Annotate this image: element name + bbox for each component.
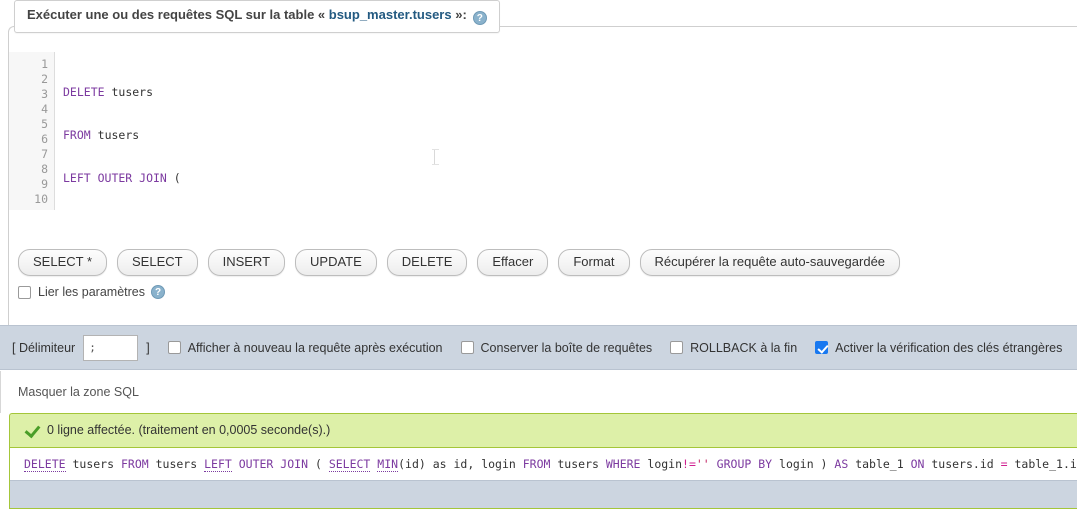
legend-prefix: Exécuter une ou des requêtes SQL sur la … <box>27 7 329 22</box>
sql-token: id <box>405 457 419 471</box>
rollback-checkbox[interactable] <box>670 341 684 354</box>
sql-token: JOIN <box>280 457 308 471</box>
sql-token: ) <box>418 457 426 471</box>
foreign-key-check-checkbox[interactable] <box>815 341 829 354</box>
sql-token: id <box>979 457 994 471</box>
line-number: 6 <box>41 132 48 146</box>
line-number: 7 <box>41 147 48 161</box>
bind-parameters-checkbox[interactable] <box>18 285 31 299</box>
delimiter-input[interactable] <box>83 334 139 361</box>
sql-token: login ) <box>772 457 835 471</box>
sql-token: '' <box>695 457 710 471</box>
sql-token: AS <box>834 457 849 471</box>
delete-button[interactable]: DELETE <box>386 249 468 276</box>
sql-token: table_1 <box>848 457 911 471</box>
sql-token: ON <box>910 457 925 471</box>
sql-token: as id, login <box>425 457 523 471</box>
result-message-row: 0 ligne affectée. (traitement en 0,0005 … <box>10 414 1077 447</box>
restore-autosaved-query-button[interactable]: Récupérer la requête auto-sauvegardée <box>639 249 901 276</box>
rollback-label: ROLLBACK à la fin <box>690 340 798 355</box>
query-action-buttons: SELECT * SELECT INSERT UPDATE DELETE Eff… <box>18 249 901 276</box>
clear-button[interactable]: Effacer <box>477 249 549 276</box>
keep-query-box-label: Conserver la boîte de requêtes <box>480 340 653 355</box>
line-number: 3 <box>41 87 48 101</box>
bind-parameters-label: Lier les paramètres <box>38 285 145 299</box>
sql-token: tusers. <box>924 457 980 471</box>
result-message-text: 0 ligne affectée. (traitement en 0,0005 … <box>47 423 331 437</box>
sql-token: GROUP <box>716 457 752 471</box>
delimiter-group: [ Délimiteur ] <box>12 334 150 361</box>
line-number: 10 <box>34 192 48 206</box>
sql-code-editor[interactable]: 1 2 3 4 5 6 7 8 9 10 DELETE tusers FROM … <box>9 52 1077 210</box>
line-number: 1 <box>41 57 48 71</box>
success-check-icon <box>24 423 40 437</box>
bind-parameters-row: Lier les paramètres ? <box>18 285 165 299</box>
sql-keyword-link[interactable]: MIN <box>377 457 399 472</box>
show-query-again-checkbox[interactable] <box>167 341 181 354</box>
show-query-again-option[interactable]: Afficher à nouveau la requête après exéc… <box>167 340 443 355</box>
line-number: 4 <box>41 102 48 116</box>
sql-keyword-link[interactable]: DELETE <box>24 457 66 472</box>
keep-query-box-option[interactable]: Conserver la boîte de requêtes <box>460 340 653 355</box>
sql-token: table_1.id <box>1014 457 1077 471</box>
select-button[interactable]: SELECT <box>117 249 198 276</box>
editor-line-number-gutter: 1 2 3 4 5 6 7 8 9 10 <box>9 52 55 210</box>
legend-table-name[interactable]: bsup_master.tusers <box>329 7 452 22</box>
sql-token: WHERE <box>605 457 641 471</box>
code-line: FROM tusers <box>63 128 140 142</box>
sql-token: tusers <box>72 457 115 471</box>
sql-token: tusers <box>155 457 198 471</box>
query-result-panel: 0 ligne affectée. (traitement en 0,0005 … <box>9 413 1077 509</box>
sql-token: ( <box>314 457 322 471</box>
hide-sql-zone-link[interactable]: Masquer la zone SQL <box>18 385 139 399</box>
executed-sql-echo: DELETE tusers FROM tusers LEFT OUTER JOI… <box>10 447 1077 480</box>
keep-query-box-checkbox[interactable] <box>460 341 474 354</box>
editor-code-area[interactable]: DELETE tusers FROM tusers LEFT OUTER JOI… <box>55 52 1077 210</box>
sql-token: ( <box>398 457 406 471</box>
select-star-button[interactable]: SELECT * <box>18 249 108 276</box>
sql-fieldset-legend: Exécuter une ou des requêtes SQL sur la … <box>14 0 500 33</box>
sql-token: tusers <box>550 457 606 471</box>
code-line: LEFT OUTER JOIN ( <box>63 171 181 185</box>
code-line: DELETE tusers <box>63 85 154 99</box>
sql-token: FROM <box>522 457 551 471</box>
help-circle-icon[interactable]: ? <box>472 11 487 25</box>
format-button[interactable]: Format <box>558 249 630 276</box>
query-options-bar: [ Délimiteur ] Afficher à nouveau la req… <box>0 325 1077 370</box>
sql-token: != <box>682 457 696 471</box>
sql-token: login <box>640 457 683 471</box>
foreign-key-check-label: Activer la vérification des clés étrangè… <box>835 340 1063 355</box>
update-button[interactable]: UPDATE <box>295 249 377 276</box>
sql-token: FROM <box>120 457 149 471</box>
help-circle-icon[interactable]: ? <box>151 285 165 299</box>
result-footer-bar <box>10 480 1077 508</box>
delimiter-label-close: ] <box>146 340 150 355</box>
sql-token: = <box>1000 457 1008 471</box>
sql-token: BY <box>758 457 773 471</box>
sql-keyword-link[interactable]: SELECT <box>328 457 371 472</box>
line-number: 2 <box>41 72 48 86</box>
text-cursor-icon <box>432 149 439 165</box>
line-number: 8 <box>41 162 48 176</box>
foreign-key-check-option[interactable]: Activer la vérification des clés étrangè… <box>815 341 1062 355</box>
legend-suffix: »: <box>451 7 467 22</box>
rollback-option[interactable]: ROLLBACK à la fin <box>670 341 797 355</box>
sql-keyword-link[interactable]: LEFT <box>204 457 232 472</box>
sql-token: OUTER <box>238 457 274 471</box>
line-number: 9 <box>41 177 48 191</box>
line-number: 5 <box>41 117 48 131</box>
delimiter-label-open: [ Délimiteur <box>12 340 76 355</box>
show-query-again-label: Afficher à nouveau la requête après exéc… <box>187 340 443 355</box>
insert-button[interactable]: INSERT <box>207 249 286 276</box>
hide-sql-zone-row: Masquer la zone SQL <box>0 371 1077 413</box>
